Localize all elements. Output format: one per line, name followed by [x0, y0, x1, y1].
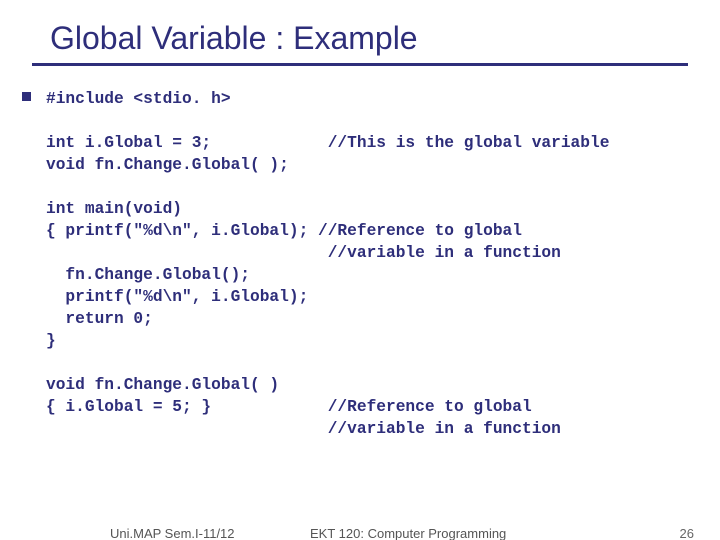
footer-left: Uni.MAP Sem.I-11/12 — [110, 526, 235, 540]
code-block: #include <stdio. h> int i.Global = 3; //… — [46, 88, 708, 441]
slide-title: Global Variable : Example — [0, 0, 720, 61]
slide-body: #include <stdio. h> int i.Global = 3; //… — [0, 66, 720, 441]
footer-center: EKT 120: Computer Programming — [310, 526, 506, 540]
slide: Global Variable : Example #include <stdi… — [0, 0, 720, 540]
bullet-icon — [22, 92, 31, 101]
footer-page-number: 26 — [680, 526, 694, 540]
